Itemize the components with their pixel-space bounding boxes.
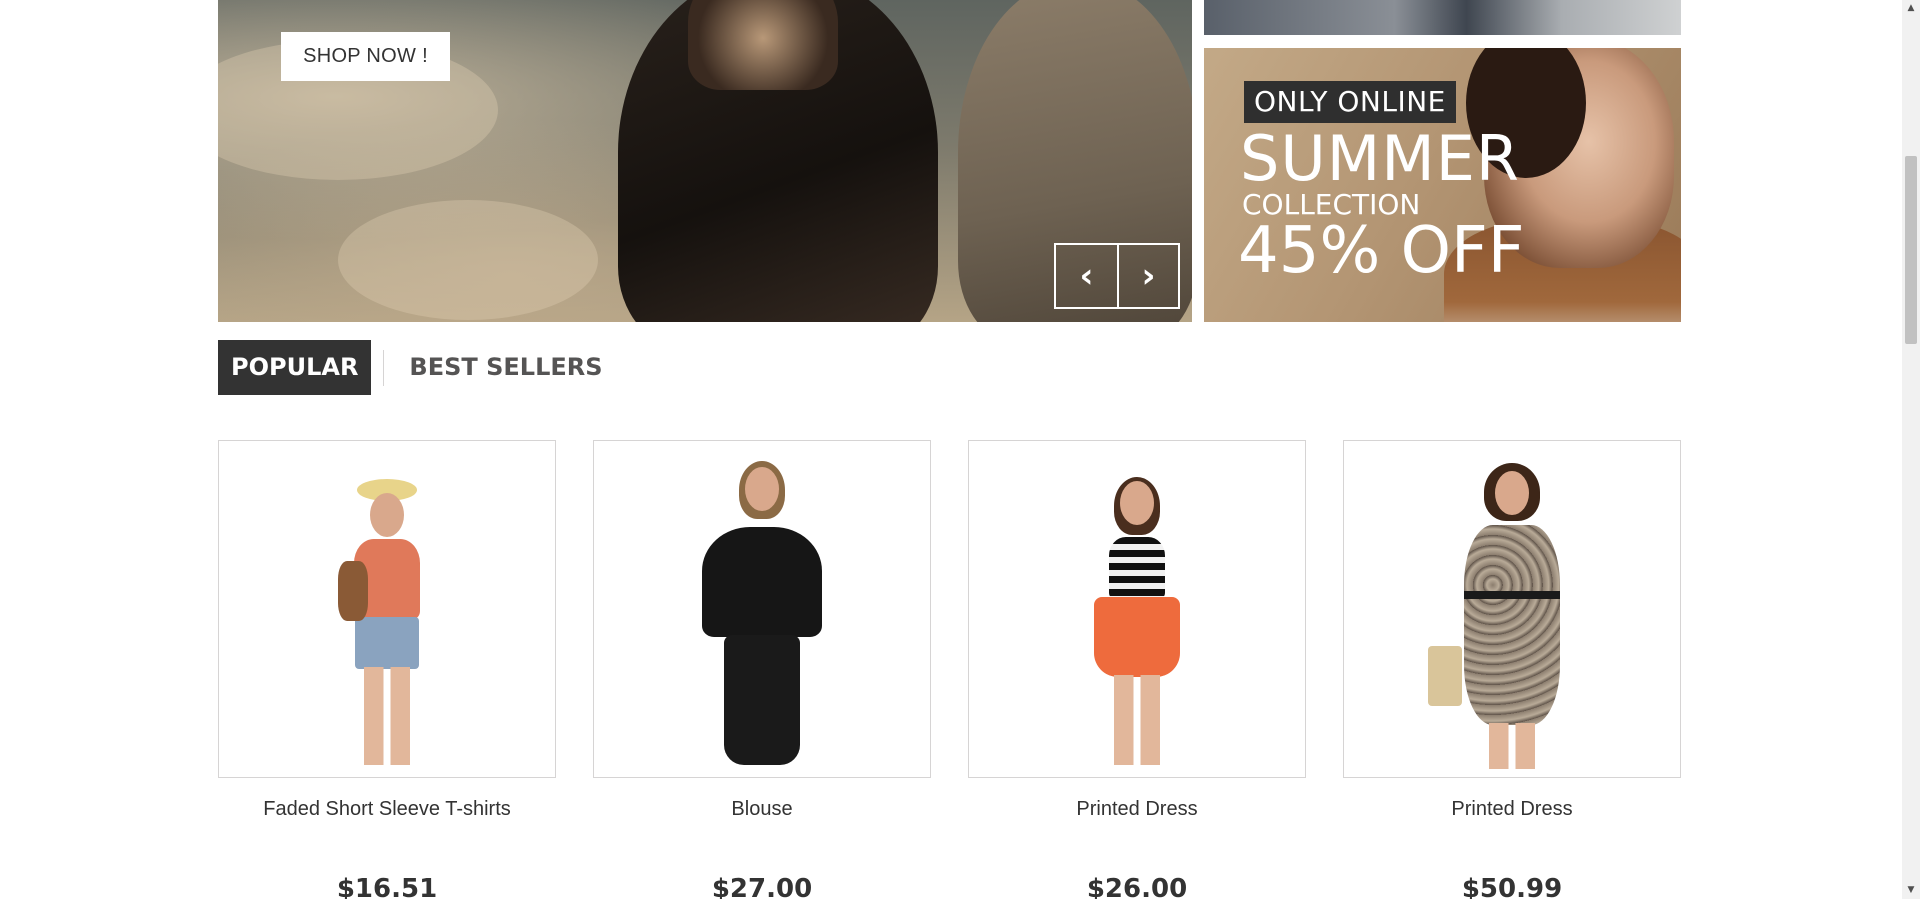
product-name[interactable]: Blouse — [593, 797, 931, 821]
model-legs — [364, 667, 410, 765]
model-head — [1495, 471, 1529, 515]
model-clutch — [1427, 646, 1462, 706]
model-head — [1120, 481, 1154, 525]
product-price: $50.99 — [1461, 874, 1563, 899]
scroll-thumb[interactable] — [1905, 156, 1917, 344]
product-list: Faded Short Sleeve T-shirts $16.51 Blous… — [218, 440, 1681, 899]
side-banner-summer-collection[interactable]: ONLY ONLINE SUMMER COLLECTION 45% OFF — [1204, 48, 1681, 322]
product-card: Printed Dress $50.99 — [1343, 440, 1681, 899]
product-name[interactable]: Printed Dress — [1343, 797, 1681, 821]
model-printed-dress — [1464, 525, 1560, 725]
tab-popular[interactable]: POPULAR — [218, 340, 372, 395]
product-price: $26.00 — [1086, 874, 1188, 899]
model-belt — [1464, 591, 1560, 599]
chevron-right-icon: › — [1141, 256, 1156, 296]
product-image[interactable] — [968, 440, 1306, 778]
product-price: $16.51 — [336, 874, 438, 899]
slider-prev-button[interactable]: ‹ — [1056, 245, 1117, 307]
product-name[interactable]: Printed Dress — [968, 797, 1306, 821]
page-scrollbar[interactable]: ▲ ▼ — [1902, 0, 1920, 899]
model-head — [745, 467, 779, 511]
promo-headline: SUMMER — [1240, 122, 1520, 195]
product-card: Blouse $27.00 — [593, 440, 931, 899]
model-legs — [1489, 723, 1535, 769]
model-head — [370, 493, 404, 537]
tab-best-sellers[interactable]: BEST SELLERS — [396, 340, 615, 395]
model-shorts — [355, 617, 419, 669]
product-price: $27.00 — [711, 874, 813, 899]
product-image[interactable] — [593, 440, 931, 778]
slider-next-button[interactable]: › — [1117, 245, 1178, 307]
scroll-up-icon[interactable]: ▲ — [1902, 0, 1920, 17]
slider-navigation: ‹ › — [1054, 243, 1180, 309]
scroll-down-icon[interactable]: ▼ — [1902, 882, 1920, 899]
product-tabs: POPULAR BEST SELLERS — [218, 340, 616, 395]
side-banner-top[interactable] — [1204, 0, 1681, 35]
chevron-left-icon: ‹ — [1079, 256, 1094, 296]
slider-model-hair — [688, 0, 838, 90]
product-image[interactable] — [218, 440, 556, 778]
model-blouse — [702, 527, 822, 637]
model-striped-top — [1109, 537, 1165, 599]
only-online-badge: ONLY ONLINE — [1244, 81, 1456, 123]
model-legs — [1114, 675, 1160, 765]
model-skirt — [1094, 597, 1180, 677]
model-trousers — [724, 635, 800, 765]
tab-divider — [383, 349, 385, 386]
shop-now-button[interactable]: SHOP NOW ! — [281, 32, 450, 81]
product-card: Faded Short Sleeve T-shirts $16.51 — [218, 440, 556, 899]
product-name[interactable]: Faded Short Sleeve T-shirts — [218, 797, 556, 821]
product-image[interactable] — [1343, 440, 1681, 778]
promo-discount: 45% OFF — [1238, 214, 1525, 288]
slider-background-cloud — [338, 200, 598, 320]
model-bag — [338, 561, 369, 621]
product-card: Printed Dress $26.00 — [968, 440, 1306, 899]
homepage-slider: SHOP NOW ! ‹ › — [218, 0, 1192, 322]
